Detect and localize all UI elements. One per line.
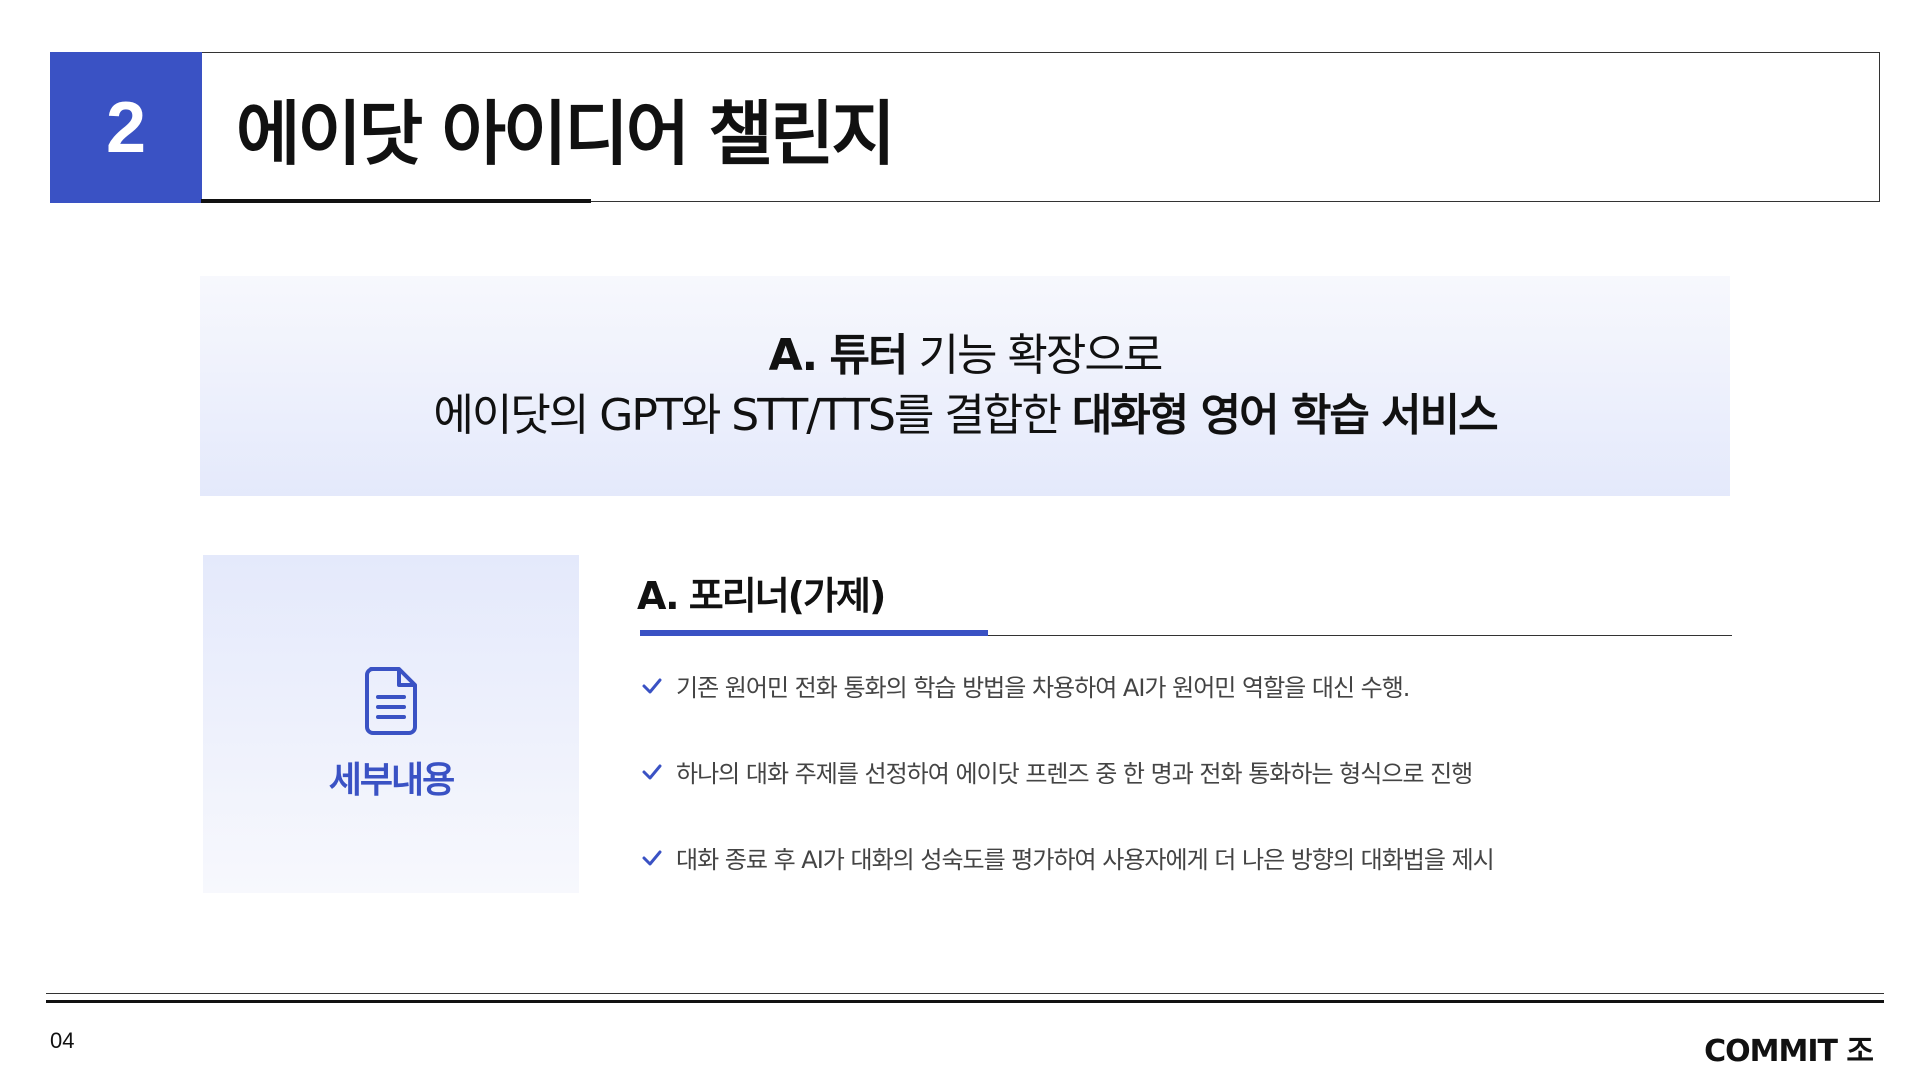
bullet-item: 기존 원어민 전화 통화의 학습 방법을 차용하여 AI가 원어민 역할을 대신… [640,668,1410,703]
bullet-text: 하나의 대화 주제를 선정하여 에이닷 프렌즈 중 한 명과 전화 통화하는 형… [676,760,1473,788]
check-icon [642,850,662,865]
footer-rule-thin [46,993,1884,994]
hero-banner: A. 튜터 기능 확장으로 에이닷의 GPT와 STT/TTS를 결합한 대화형… [200,276,1730,496]
bullet-item: 하나의 대화 주제를 선정하여 에이닷 프렌즈 중 한 명과 전화 통화하는 형… [640,754,1473,789]
hero-line-1-bold: A. 튜터 [768,330,909,381]
section-title: A. 포리너(가제) [637,574,886,618]
bullet-text: 대화 종료 후 AI가 대화의 성숙도를 평가하여 사용자에게 더 나은 방향의… [676,846,1495,874]
hero-line-2-rest: 에이닷의 GPT와 STT/TTS를 결합한 [433,390,1072,441]
slide-title: 에이닷 아이디어 챌린지 [236,92,896,175]
bullet-text: 기존 원어민 전화 통화의 학습 방법을 차용하여 AI가 원어민 역할을 대신… [676,674,1410,702]
page-number: 04 [50,1028,75,1053]
detail-card: 세부내용 [203,555,579,893]
section-rule-accent [640,630,988,636]
hero-line-1-rest: 기능 확장으로 [906,330,1163,381]
hero-line-2: 에이닷의 GPT와 STT/TTS를 결합한 대화형 영어 학습 서비스 [433,386,1499,446]
hero-line-2-bold: 대화형 영어 학습 서비스 [1071,390,1499,441]
title-underline [201,199,591,203]
hero-line-1: A. 튜터 기능 확장으로 [768,326,1164,386]
bullet-item: 대화 종료 후 AI가 대화의 성숙도를 평가하여 사용자에게 더 나은 방향의… [640,840,1495,875]
slide-header: 2 에이닷 아이디어 챌린지 [50,52,1880,203]
document-icon [365,667,417,735]
check-icon [642,764,662,779]
section-number: 2 [50,52,202,203]
footer-rule-thick [46,1000,1884,1003]
brand-logo: COMMIT 조 [1704,1034,1874,1069]
check-icon [642,678,662,693]
detail-label: 세부내용 [328,760,455,801]
